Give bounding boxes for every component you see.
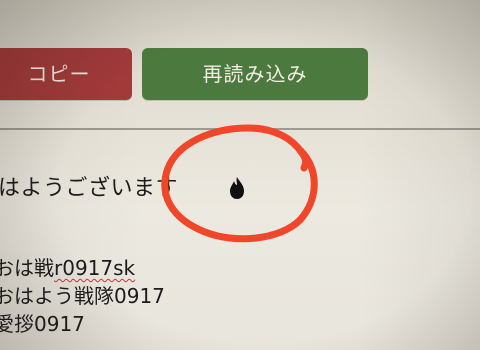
list-item: 愛拶0917 <box>0 312 85 336</box>
entry-prefix: おは戦 <box>0 256 54 280</box>
reload-button[interactable]: 再読み込み <box>142 48 368 100</box>
list-item: おはよう戦隊0917 <box>0 284 165 308</box>
entry-suffix-misspelled: r0917sk <box>54 256 136 280</box>
copy-button[interactable]: コピー <box>0 48 132 100</box>
fire-icon <box>230 177 244 199</box>
message-area: はようございます おは戦r0917sk おはよう戦隊0917 愛拶0917 <box>0 130 480 350</box>
toolbar: コピー 再読み込み <box>0 0 480 126</box>
greeting-message: はようございます <box>0 176 179 201</box>
app-screen: コピー 再読み込み はようございます おは戦r0917sk おはよう戦隊0917… <box>0 0 480 350</box>
list-item: おは戦r0917sk <box>0 252 135 281</box>
